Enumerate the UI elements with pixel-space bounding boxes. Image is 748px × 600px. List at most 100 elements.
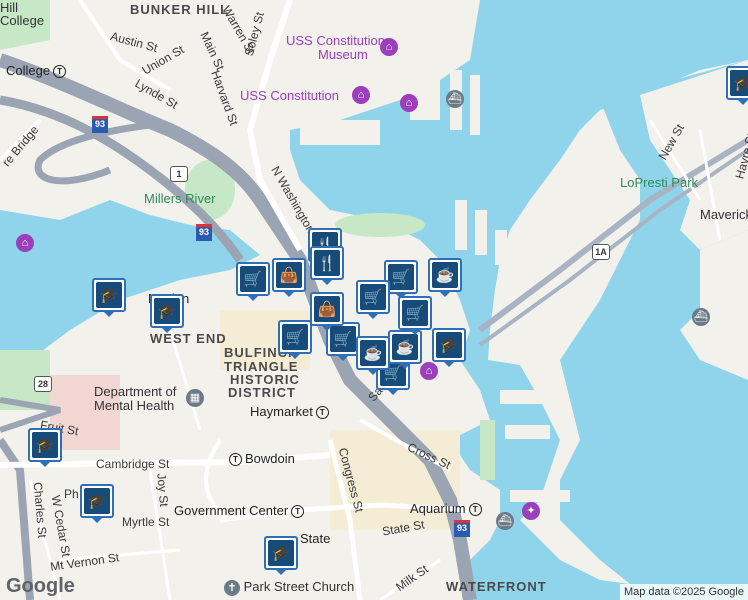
station-haymarket-label: Haymarket bbox=[250, 404, 313, 419]
route-1a: 1A bbox=[592, 244, 610, 260]
station-state-label: State bbox=[300, 531, 331, 546]
subway-icon: T bbox=[291, 505, 305, 519]
place-maverick: Maverick bbox=[700, 207, 748, 222]
wharf-6 bbox=[510, 490, 570, 502]
cart-icon: 🛒 bbox=[402, 300, 428, 326]
grad-icon: 🎓 bbox=[436, 332, 462, 358]
museum-icon-west[interactable]: ⌂ bbox=[16, 234, 34, 252]
grad-marker-3[interactable]: 🎓 bbox=[28, 428, 62, 467]
poi-dmh-2[interactable]: Mental Health bbox=[94, 399, 174, 412]
street-ph: Ph bbox=[64, 487, 79, 501]
grad-icon: 🎓 bbox=[84, 488, 110, 514]
poi-park-street-church-label: Park Street Church bbox=[243, 579, 355, 594]
district-west-end: WEST END bbox=[150, 331, 227, 346]
aquarium-icon[interactable]: ✦ bbox=[522, 502, 540, 520]
bag-marker-1[interactable]: 👜 bbox=[272, 258, 306, 297]
route-93-b: 93 bbox=[196, 224, 212, 241]
poi-lopresti-park[interactable]: LoPresti Park bbox=[620, 176, 698, 189]
subway-icon: T bbox=[315, 406, 329, 420]
street-myrtle: Myrtle St bbox=[122, 515, 170, 529]
wharf-5 bbox=[505, 425, 550, 439]
cart-marker-1[interactable]: 🛒 bbox=[236, 262, 270, 301]
map-attribution[interactable]: Map data ©2025 Google bbox=[619, 584, 748, 600]
google-logo[interactable]: Google bbox=[6, 575, 75, 598]
grad-icon: 🎓 bbox=[268, 540, 294, 566]
grad-marker-5[interactable]: 🎓 bbox=[264, 536, 298, 575]
place-college-top: College bbox=[0, 13, 45, 28]
cart-icon: 🛒 bbox=[360, 284, 386, 310]
park-north-end bbox=[335, 213, 425, 237]
district-waterfront: WATERFRONT bbox=[446, 579, 547, 594]
wharf-2 bbox=[475, 210, 487, 255]
grad-icon: 🎓 bbox=[32, 432, 58, 458]
station-college[interactable]: College T bbox=[6, 63, 69, 79]
bag-icon: 👜 bbox=[276, 262, 302, 288]
grad-marker-2[interactable]: 🎓 bbox=[150, 294, 184, 333]
station-state[interactable]: State bbox=[300, 532, 330, 545]
museum-icon[interactable]: ⌂ bbox=[380, 38, 398, 56]
station-bowdoin-label: Bowdoin bbox=[245, 451, 295, 466]
street-joy: Joy St bbox=[154, 472, 172, 508]
poi-ussc-museum-1[interactable]: USS Constitution bbox=[286, 34, 385, 47]
pier-4 bbox=[300, 120, 380, 145]
ferry-icon-2[interactable]: ⛴ bbox=[446, 90, 464, 108]
route-93-a: 93 bbox=[92, 116, 108, 133]
route-93-c: 93 bbox=[454, 520, 470, 537]
poi-park-street-church[interactable]: ✝ Park Street Church bbox=[224, 580, 354, 596]
station-government-center-label: Government Center bbox=[174, 503, 289, 518]
coffee-marker-1[interactable]: ☕ bbox=[428, 258, 462, 297]
restaurant-icon: 🍴 bbox=[314, 250, 340, 276]
poi-ussc-museum-2[interactable]: Museum bbox=[318, 48, 368, 61]
museum-icon-ne[interactable]: ⌂ bbox=[420, 362, 438, 380]
station-haymarket[interactable]: Haymarket T bbox=[250, 404, 332, 420]
bag-marker-2[interactable]: 👜 bbox=[310, 292, 344, 331]
cart-icon: 🛒 bbox=[388, 264, 414, 290]
subway-icon: T bbox=[229, 453, 242, 467]
restaurant-marker-2[interactable]: 🍴 bbox=[310, 246, 344, 285]
wharf-1 bbox=[455, 200, 467, 250]
cart-icon: 🛒 bbox=[282, 324, 308, 350]
cart-icon: 🛒 bbox=[240, 266, 266, 292]
grad-marker-1[interactable]: 🎓 bbox=[92, 278, 126, 317]
station-bowdoin[interactable]: T Bowdoin bbox=[226, 451, 295, 467]
subway-icon: T bbox=[468, 503, 482, 517]
grad-marker-4[interactable]: 🎓 bbox=[80, 484, 114, 523]
cart-marker-2[interactable]: 🛒 bbox=[278, 320, 312, 359]
coffee-icon: ☕ bbox=[432, 262, 458, 288]
poi-ussc[interactable]: USS Constitution bbox=[240, 89, 339, 102]
coffee-icon: ☕ bbox=[392, 334, 418, 360]
park-waterfront bbox=[480, 420, 495, 480]
station-aquarium[interactable]: Aquarium T bbox=[410, 501, 485, 517]
wharf-4 bbox=[500, 390, 550, 404]
museum-icon-2[interactable]: ⌂ bbox=[352, 86, 370, 104]
coffee-icon: ☕ bbox=[360, 340, 386, 366]
grad-icon: 🎓 bbox=[154, 298, 180, 324]
bag-icon: 👜 bbox=[314, 296, 340, 322]
church-icon: ✝ bbox=[224, 580, 240, 596]
district-bulfinch-4: DISTRICT bbox=[228, 385, 296, 400]
coffee-marker-3[interactable]: ☕ bbox=[388, 330, 422, 369]
station-aquarium-label: Aquarium bbox=[410, 501, 466, 516]
station-government-center[interactable]: Government Center T bbox=[174, 503, 307, 519]
route-1: 1 bbox=[170, 166, 188, 182]
subway-icon: T bbox=[53, 65, 67, 79]
wharf-3 bbox=[495, 230, 507, 265]
grad-marker-6[interactable]: 🎓 bbox=[726, 66, 748, 105]
route-28: 28 bbox=[34, 376, 52, 392]
museum-icon-3[interactable]: ⌂ bbox=[400, 94, 418, 112]
poi-dmh-1[interactable]: Department of bbox=[94, 385, 176, 398]
district-bunker-hill: BUNKER HILL bbox=[130, 2, 230, 17]
ferry-icon-3[interactable]: ⛴ bbox=[496, 512, 514, 530]
cart-marker-6[interactable]: 🛒 bbox=[356, 280, 390, 319]
grad-icon: 🎓 bbox=[96, 282, 122, 308]
ferry-icon[interactable]: ⛴ bbox=[692, 308, 710, 326]
station-college-label: College bbox=[6, 63, 51, 78]
building-icon[interactable]: ▦ bbox=[186, 389, 204, 407]
coffee-marker-2[interactable]: ☕ bbox=[356, 336, 390, 375]
cart-icon: 🛒 bbox=[330, 326, 356, 352]
poi-millers-river[interactable]: Millers River bbox=[144, 192, 216, 205]
grad-icon: 🎓 bbox=[730, 70, 748, 96]
pier-3 bbox=[470, 75, 480, 135]
grad-marker-7[interactable]: 🎓 bbox=[432, 328, 466, 367]
cart-marker-7[interactable]: 🛒 bbox=[398, 296, 432, 335]
